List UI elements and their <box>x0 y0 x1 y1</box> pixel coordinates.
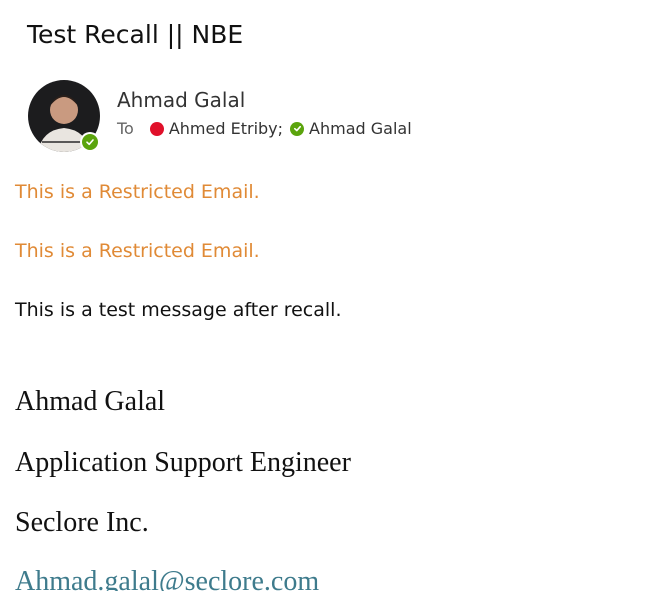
recipient-name: Ahmad Galal <box>309 119 412 138</box>
presence-available-icon <box>290 121 305 136</box>
recipient-ahmed-etriby[interactable]: Ahmed Etriby; <box>149 119 290 138</box>
restricted-notice: This is a Restricted Email. <box>15 240 260 262</box>
presence-busy-icon <box>149 121 164 136</box>
message-text: This is a test message after recall. <box>15 299 342 321</box>
sender-name[interactable]: Ahmad Galal <box>117 88 245 112</box>
signature-email-link[interactable]: Ahmad.galal@seclore.com <box>15 566 319 591</box>
signature-company: Seclore Inc. <box>15 507 149 538</box>
recipients-line: To Ahmed Etriby; Ahmad Galal <box>117 119 412 138</box>
sender-avatar[interactable] <box>28 80 100 152</box>
recipient-ahmad-galal[interactable]: Ahmad Galal <box>290 119 412 138</box>
signature-title: Application Support Engineer <box>15 447 351 478</box>
restricted-notice: This is a Restricted Email. <box>15 181 260 203</box>
presence-available-icon <box>80 132 100 152</box>
recipient-name: Ahmed Etriby; <box>168 119 284 138</box>
to-label: To <box>117 119 134 138</box>
signature-name: Ahmad Galal <box>15 386 166 417</box>
email-subject: Test Recall || NBE <box>27 20 244 49</box>
